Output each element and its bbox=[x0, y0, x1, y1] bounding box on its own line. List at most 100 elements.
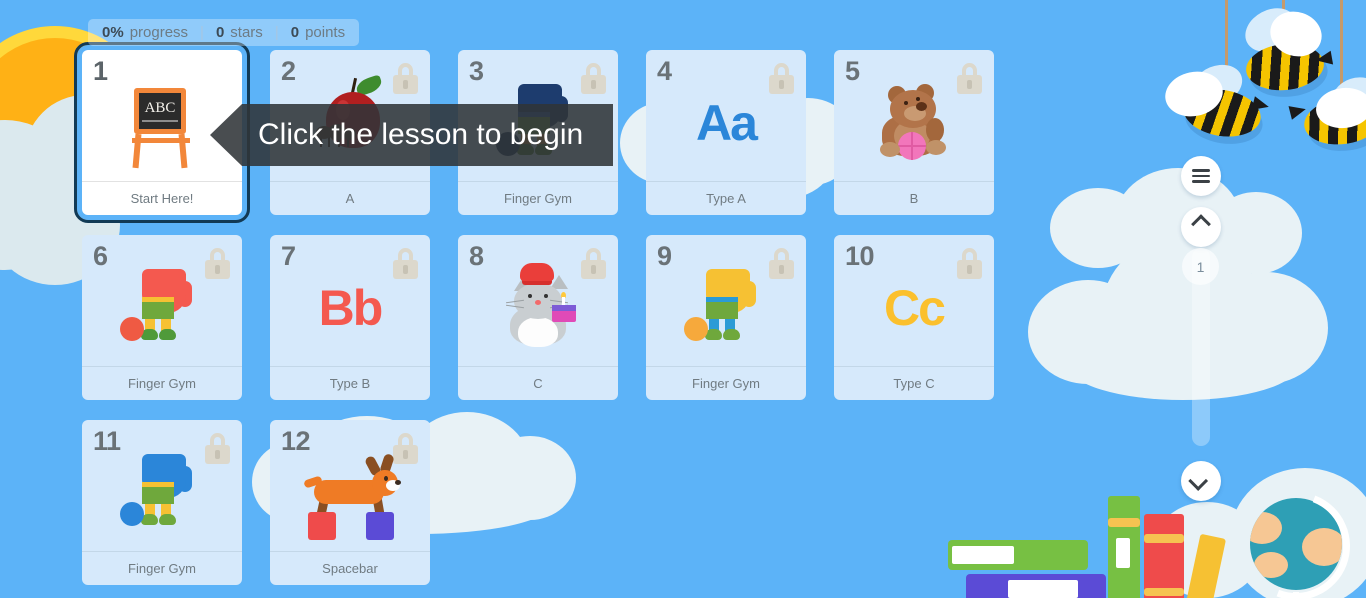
bee-stinger bbox=[1251, 96, 1271, 114]
shoe-right bbox=[723, 328, 740, 340]
bear-nose bbox=[916, 101, 927, 111]
chef-hat bbox=[520, 262, 554, 281]
ball bbox=[120, 316, 144, 341]
lesson-label: Finger Gym bbox=[128, 561, 196, 576]
lesson-artwork bbox=[270, 442, 430, 544]
hud-separator: | bbox=[200, 24, 204, 41]
lesson-tile-3[interactable]: 3 Finger Gym bbox=[458, 50, 618, 215]
scroll-down-button[interactable] bbox=[1181, 461, 1221, 501]
lesson-artwork: Bb bbox=[270, 257, 430, 359]
purple-block bbox=[366, 511, 394, 540]
progress-hud: 0% progress | 0 stars | 0 points bbox=[88, 19, 360, 46]
bee-string bbox=[1282, 0, 1285, 38]
bee-body bbox=[1243, 40, 1327, 94]
globe-stem bbox=[1293, 592, 1299, 598]
lesson-tile-8[interactable]: 8C bbox=[458, 235, 618, 400]
lesson-label: Type B bbox=[329, 376, 371, 391]
book-band bbox=[1144, 588, 1184, 596]
lesson-footer: Start Here! bbox=[82, 181, 242, 215]
lesson-artwork: Aa bbox=[646, 72, 806, 174]
lesson-tile-7[interactable]: 7 Bb Type B bbox=[270, 235, 430, 400]
bee-wing-front bbox=[1264, 5, 1328, 63]
stars-label: stars bbox=[230, 24, 263, 41]
lesson-label: Start Here! bbox=[130, 191, 194, 206]
chevron-up-icon bbox=[1191, 214, 1211, 235]
progress-label: progress bbox=[129, 24, 189, 41]
bee-body bbox=[1179, 84, 1265, 142]
lesson-tile-9[interactable]: 9 Finger Gym bbox=[646, 235, 806, 400]
lesson-grid: 1 ABC Start Here! 2 A 3 Finger Gym 4 Aa Type A5B6… bbox=[74, 42, 1157, 585]
cat-eye-left bbox=[528, 293, 532, 298]
lesson-footer: Spacebar bbox=[270, 551, 430, 585]
lesson-label: Spacebar bbox=[322, 561, 378, 576]
belt bbox=[706, 296, 738, 302]
points-value: 0 bbox=[290, 24, 300, 41]
cat-eye-right bbox=[544, 293, 548, 298]
finger-gym-art bbox=[676, 261, 776, 356]
lesson-label: Type C bbox=[893, 376, 935, 391]
lesson-label: B bbox=[909, 191, 919, 206]
bear-paw-left bbox=[880, 141, 900, 157]
bear-eye-right bbox=[916, 96, 920, 101]
scroll-up-button[interactable] bbox=[1181, 207, 1221, 247]
dog-eye bbox=[384, 475, 388, 481]
bee-wing-back bbox=[1327, 71, 1366, 121]
lesson-tile-2[interactable]: 2A bbox=[270, 50, 430, 215]
points-label: points bbox=[305, 24, 346, 41]
globe-ring bbox=[1224, 474, 1366, 598]
lesson-label: Type A bbox=[706, 191, 746, 206]
lesson-tile-1[interactable]: 1 ABC Start Here! bbox=[74, 42, 250, 223]
page-indicator[interactable]: 1 bbox=[1182, 248, 1219, 285]
bee-wing-front bbox=[1314, 85, 1366, 131]
finger-gym-art bbox=[112, 261, 212, 356]
apple-highlight bbox=[336, 99, 350, 120]
hud-separator: | bbox=[274, 24, 279, 41]
lesson-tile-5[interactable]: 5B bbox=[834, 50, 994, 215]
lesson-footer: Type A bbox=[646, 181, 806, 215]
red-block bbox=[308, 511, 336, 540]
bear-paw-right bbox=[926, 139, 946, 155]
lesson-artwork: ABC bbox=[82, 72, 242, 174]
lesson-tile-4[interactable]: 4 Aa Type A bbox=[646, 50, 806, 215]
lesson-tile-11[interactable]: 11 Finger Gym bbox=[82, 420, 242, 585]
globe-landmass bbox=[1302, 528, 1342, 566]
lesson-label: Finger Gym bbox=[504, 191, 572, 206]
ball bbox=[496, 131, 520, 156]
lesson-label: A bbox=[345, 191, 355, 206]
lesson-artwork bbox=[646, 257, 806, 359]
chevron-down-icon bbox=[1188, 471, 1209, 491]
lesson-artwork bbox=[270, 72, 430, 174]
book-yellow-leaning bbox=[1184, 533, 1227, 598]
ant-abdomen bbox=[343, 127, 356, 140]
lesson-artwork: Cc bbox=[834, 257, 994, 359]
dog-nose bbox=[395, 479, 401, 485]
shorts bbox=[142, 298, 174, 319]
bear-with-ball-art bbox=[864, 76, 964, 171]
typing-lessons-app: 0% progress | 0 stars | 0 points 1 ABC Sta… bbox=[0, 0, 1366, 598]
shoe-right bbox=[159, 513, 176, 525]
bee-string bbox=[1340, 0, 1343, 92]
lesson-footer: Finger Gym bbox=[82, 551, 242, 585]
lesson-footer: Type B bbox=[270, 366, 430, 400]
finger-gym-art bbox=[112, 446, 212, 541]
ball-line bbox=[898, 144, 926, 147]
bear-arm-right bbox=[926, 117, 944, 142]
lesson-footer: Finger Gym bbox=[458, 181, 618, 215]
bear-eye-left bbox=[904, 100, 908, 105]
lesson-tile-12[interactable]: 12 Spacebar bbox=[270, 420, 430, 585]
menu-button[interactable] bbox=[1181, 156, 1221, 196]
letter-art: Cc bbox=[884, 280, 946, 336]
ball bbox=[684, 316, 708, 341]
lesson-artwork bbox=[834, 72, 994, 174]
cake-frosting bbox=[552, 304, 576, 311]
bee-stinger bbox=[1288, 102, 1308, 120]
progress-value: 0% bbox=[102, 24, 124, 41]
dog-on-blocks-art bbox=[300, 446, 401, 541]
lesson-tile-6[interactable]: 6 Finger Gym bbox=[82, 235, 242, 400]
bee-wing-front bbox=[1161, 66, 1227, 122]
lesson-tile-10[interactable]: 10 Cc Type C bbox=[834, 235, 994, 400]
shorts bbox=[706, 298, 738, 319]
bee-body bbox=[1301, 92, 1366, 150]
shoe-right bbox=[159, 328, 176, 340]
lesson-footer: C bbox=[458, 366, 618, 400]
